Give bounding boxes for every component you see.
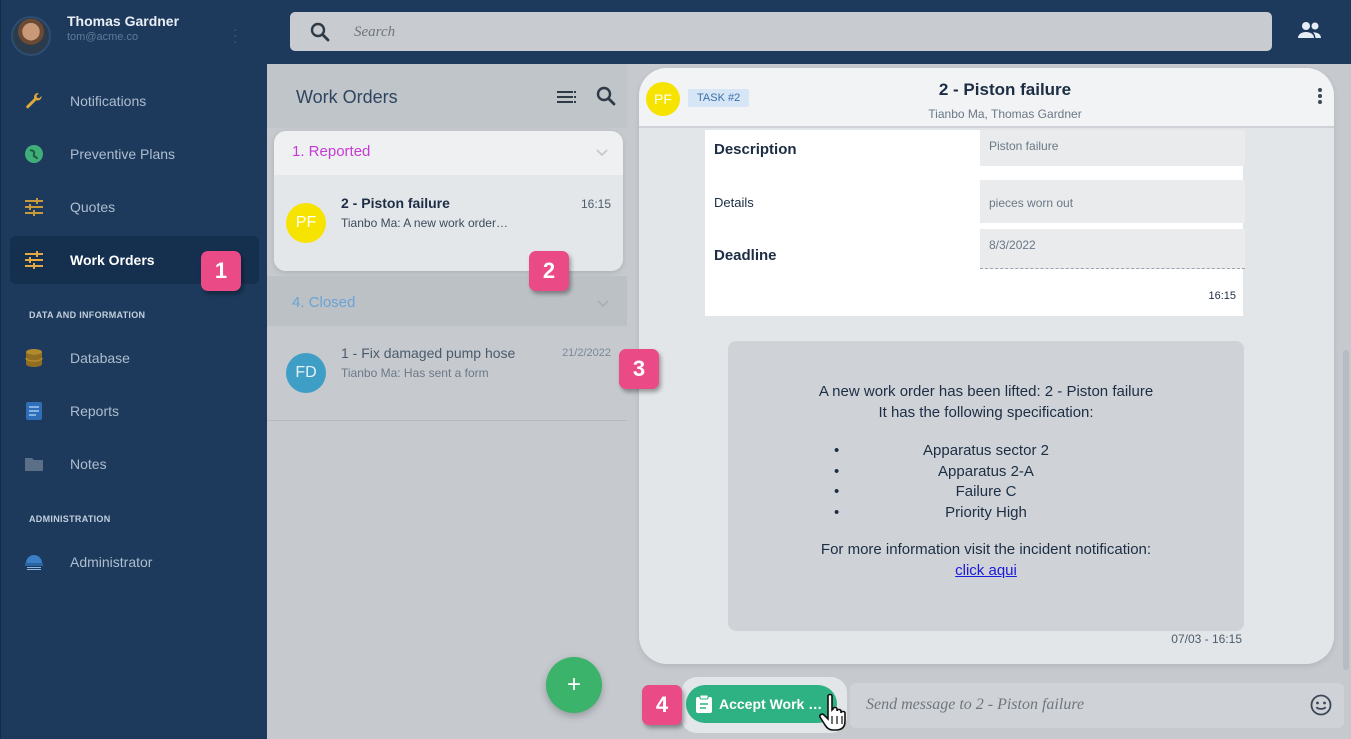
notification-text: A new work order has been lifted: 2 - Pi… (818, 383, 1154, 400)
field-label: Deadline (714, 247, 777, 264)
report-icon (24, 401, 44, 421)
field-label: Description (714, 141, 797, 158)
deadline-field: 8/3/2022 (980, 229, 1245, 269)
sidebar-item-label: Reports (70, 403, 120, 419)
emoji-icon[interactable] (1310, 694, 1332, 716)
list-filter-icon[interactable] (557, 89, 577, 105)
globe-icon (24, 144, 44, 164)
accept-work-order-button[interactable]: Accept Work Order (686, 685, 837, 723)
step-marker-3: 3 (619, 349, 659, 389)
chevron-down-icon (596, 296, 610, 310)
admin-icon (24, 552, 44, 572)
sidebar-item-database[interactable]: Database (10, 334, 259, 382)
sidebar-item-label: Database (70, 350, 130, 366)
specification-list: • Apparatus sector 2 • Apparatus 2-A • Fail… (728, 442, 1244, 524)
work-orders-title: Work Orders (296, 87, 398, 107)
group-header[interactable]: 1. Reported (274, 131, 623, 175)
user-profile[interactable]: Thomas Gardner tom@acme.co · · · (1, 0, 268, 68)
list-item: • Priority High (834, 503, 1027, 521)
user-name: Thomas Gardner (67, 13, 180, 29)
message-composer (850, 683, 1344, 728)
chat-panel: PF TASK #2 2 - Piston failure Tianbo Ma,… (639, 68, 1334, 664)
sidebar-item-administrator[interactable]: Administrator (10, 538, 259, 586)
sliders-icon (24, 197, 44, 217)
top-bar (267, 0, 1351, 64)
sidebar-item-quotes[interactable]: Quotes (10, 183, 259, 231)
scrollbar[interactable] (1343, 350, 1349, 670)
sidebar: Thomas Gardner tom@acme.co · · · Notificat… (0, 0, 267, 739)
search-bar[interactable] (290, 12, 1272, 51)
list-item[interactable]: FD 1 - Fix damaged pump hose 21/2/2022 T… (267, 326, 627, 421)
avatar: PF (286, 203, 326, 243)
work-orders-panel: Work Orders 1. Reported PF 2 - Piston fa… (267, 64, 627, 739)
sidebar-item-label: Work Orders (70, 252, 155, 268)
chat-participants: Tianbo Ma, Thomas Gardner (928, 107, 1082, 121)
list-item-time: 21/2/2022 (562, 347, 611, 359)
group-reported: 1. Reported PF 2 - Piston failure 16:15 … (274, 131, 623, 271)
search-icon (310, 22, 330, 42)
sidebar-item-label: Notifications (70, 93, 147, 109)
list-item-title: 2 - Piston failure (341, 195, 450, 211)
more-vertical-icon[interactable] (1314, 86, 1326, 106)
list-item-title: 1 - Fix damaged pump hose (341, 345, 516, 361)
wrench-icon (24, 91, 44, 111)
list-item-preview: Tianbo Ma: A new work order… (341, 216, 508, 230)
list-item-preview: Tianbo Ma: Has sent a form (341, 366, 489, 380)
chat-header: PF TASK #2 2 - Piston failure Tianbo Ma,… (639, 68, 1334, 128)
field-label: Details (714, 195, 754, 210)
notification-text: For more information visit the incident … (820, 541, 1152, 558)
notification-message: A new work order has been lifted: 2 - Pi… (728, 341, 1244, 631)
sidebar-item-label: Quotes (70, 199, 116, 215)
sidebar-item-notifications[interactable]: Notifications (10, 77, 259, 125)
user-email: tom@acme.co (67, 31, 139, 43)
sidebar-item-preventive-plans[interactable]: Preventive Plans (10, 130, 259, 178)
contacts-icon[interactable] (1297, 20, 1323, 42)
list-item: • Apparatus sector 2 (834, 442, 1049, 459)
step-marker-4: 4 (642, 685, 682, 725)
sidebar-item-label: Preventive Plans (70, 146, 176, 162)
more-vertical-icon[interactable]: · · · (233, 22, 238, 48)
list-item: • Failure C (834, 483, 1017, 500)
avatar: FD (286, 353, 326, 393)
work-orders-header: Work Orders (267, 64, 627, 128)
sidebar-item-label: Notes (70, 456, 107, 472)
list-item[interactable]: PF 2 - Piston failure 16:15 Tianbo Ma: A… (274, 175, 623, 271)
step-marker-2: 2 (529, 251, 569, 291)
add-work-order-button[interactable]: + (546, 657, 602, 713)
hand-cursor-icon (818, 692, 852, 732)
search-input[interactable] (354, 20, 1234, 44)
section-label-admin: ADMINISTRATION (29, 514, 111, 524)
avatar (11, 16, 51, 56)
message-input[interactable] (866, 693, 1296, 717)
description-field: Piston failure (980, 130, 1245, 166)
sidebar-item-reports[interactable]: Reports (10, 387, 259, 435)
section-label-data: DATA AND INFORMATION (29, 310, 146, 320)
group-closed[interactable]: 4. Closed (267, 276, 627, 326)
search-icon[interactable] (596, 86, 616, 106)
list-item: • Apparatus 2-A (834, 462, 1034, 480)
message-time: 07/03 - 16:15 (1171, 632, 1242, 646)
link-row: click aqui (728, 562, 1244, 579)
step-marker-1: 1 (201, 251, 241, 291)
database-icon (24, 348, 44, 368)
group-label: 1. Reported (292, 143, 371, 160)
notification-text: It has the following specification: (878, 404, 1094, 421)
clipboard-icon (696, 694, 712, 713)
chevron-down-icon (595, 145, 609, 159)
sidebar-item-label: Administrator (70, 554, 153, 570)
accept-work-order-label: Accept Work Order (719, 696, 831, 712)
details-field: pieces worn out (980, 180, 1245, 223)
message-time: 16:15 (1208, 290, 1236, 302)
sliders-icon (24, 250, 44, 270)
group-label: 4. Closed (292, 294, 356, 311)
form-message: Description Piston failure Details piece… (705, 130, 1245, 316)
folder-icon (24, 454, 44, 474)
chat-title: 2 - Piston failure (938, 80, 1072, 99)
sidebar-item-notes[interactable]: Notes (10, 440, 259, 488)
incident-link[interactable]: click aqui (955, 562, 1017, 579)
list-item-time: 16:15 (580, 197, 611, 211)
